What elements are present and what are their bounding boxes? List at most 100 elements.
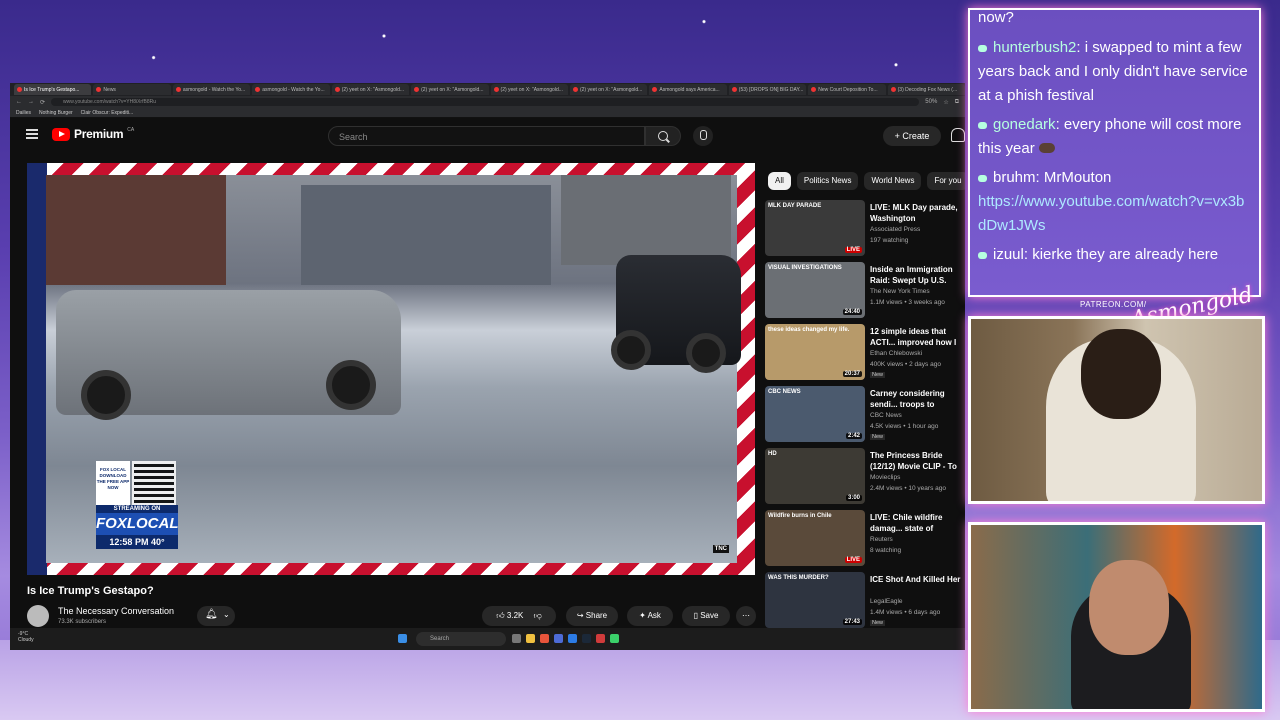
task-view-icon[interactable]: [512, 634, 521, 643]
notifications-bell-icon[interactable]: [951, 128, 965, 142]
browser-tab[interactable]: (2) yeet on X: "Asmongold...: [490, 84, 568, 95]
browser-tab[interactable]: (2) yeet on X: "Asmongold...: [331, 84, 410, 95]
more-actions-button[interactable]: ⋯: [736, 606, 756, 626]
create-button[interactable]: + Create: [883, 126, 941, 146]
filter-chips: All Politics News World News For you: [768, 172, 965, 190]
forward-icon[interactable]: →: [28, 99, 34, 105]
duration-badge: 27:43: [842, 619, 862, 625]
youtube-logo[interactable]: Premium CA: [52, 127, 134, 141]
bookmark-star-icon[interactable]: ☆: [943, 99, 948, 106]
browser-tab[interactable]: Asmongold says America...: [649, 84, 727, 95]
recommendation-thumbnail[interactable]: MLK DAY PARADE LIVE: [765, 200, 865, 256]
recommendation-title: Inside an Immigration Raid: Swept Up U.S…: [870, 265, 953, 285]
recommendation-thumbnail[interactable]: Wildfire burns in Chile LIVE: [765, 510, 865, 566]
thumbnail-caption: VISUAL INVESTIGATIONS: [768, 265, 842, 271]
recommendation-item[interactable]: HD 3:00 The Princess Bride (12/12) Movie C…: [765, 448, 965, 506]
share-button[interactable]: ↪ Share: [566, 606, 618, 626]
recommendation-item[interactable]: CBC NEWS 2:42 Carney considering sendi... …: [765, 386, 965, 444]
recommendation-channel[interactable]: Ethan Chlebowski: [870, 350, 922, 357]
bookmark-clair-obscur[interactable]: Clair Obscur: Expediti...: [81, 110, 134, 116]
search-input[interactable]: Search: [328, 126, 645, 146]
recommendation-channel[interactable]: CBC News: [870, 412, 902, 419]
browser-tab[interactable]: asmongold - Watch the Yo...: [252, 84, 330, 95]
recommendation-thumbnail[interactable]: VISUAL INVESTIGATIONS 24:40: [765, 262, 865, 318]
recommendation-channel[interactable]: Movieclips: [870, 474, 900, 481]
hamburger-menu-icon[interactable]: [26, 129, 38, 139]
browser-tab[interactable]: New Court Deposition To...: [808, 84, 886, 95]
like-dislike-button[interactable]: 👍︎ 3.2K 👎︎: [482, 606, 556, 626]
chip-all[interactable]: All: [768, 172, 791, 190]
bell-icon: 🔔︎: [205, 609, 218, 620]
recommendation-thumbnail[interactable]: WAS THIS MURDER? 27:43: [765, 572, 865, 628]
recommendation-channel[interactable]: Associated Press: [870, 226, 920, 233]
recommendation-title: The Princess Bride (12/12) Movie CLIP - …: [870, 451, 957, 471]
chat-badge-icon: [978, 174, 987, 182]
file-explorer-icon[interactable]: [526, 634, 535, 643]
tab-favicon-icon: [652, 87, 658, 92]
video-player[interactable]: FOX LOCAL DOWNLOAD THE FREE APP NOW STRE…: [27, 163, 755, 575]
taskbar-search[interactable]: Search: [416, 632, 506, 646]
save-button[interactable]: ▯ Save: [682, 606, 730, 626]
back-icon[interactable]: ←: [16, 99, 22, 105]
search-button[interactable]: [645, 126, 681, 146]
recommendation-item[interactable]: VISUAL INVESTIGATIONS 24:40 Inside an Immi…: [765, 262, 965, 320]
chip-politics-news[interactable]: Politics News: [796, 172, 859, 190]
channel-avatar[interactable]: [27, 605, 49, 627]
chip-world-news[interactable]: World News: [864, 172, 922, 190]
thumbs-up-icon: 👍︎: [496, 611, 505, 620]
subscriber-count: 73.3K subscribers: [58, 619, 107, 625]
fox-time-temp: 12:58 PM 40°: [96, 535, 178, 549]
windows-start-icon[interactable]: [398, 634, 407, 643]
chat-link[interactable]: https://www.youtube.com/watch?v=vx3bdDw1…: [978, 193, 1244, 234]
reload-icon[interactable]: ⟳: [40, 99, 45, 106]
recommendation-item[interactable]: WAS THIS MURDER? 27:43 ICE Shot And Killed…: [765, 572, 965, 630]
browser-tab[interactable]: Is Ice Trump's Gestapo...: [14, 84, 92, 95]
recommendation-meta: 8 watching: [870, 547, 902, 554]
firefox-icon[interactable]: [540, 634, 549, 643]
discord-icon[interactable]: [554, 634, 563, 643]
recommendation-item[interactable]: these ideas changed my life. 20:37 12 simp…: [765, 324, 965, 382]
steam-icon[interactable]: [582, 634, 591, 643]
browser-tab[interactable]: News: [93, 84, 171, 95]
browser-tab[interactable]: (2) yeet on X: "Asmongold...: [569, 84, 648, 95]
browser-tab[interactable]: (2) yeet on X: "Asmongold...: [411, 84, 489, 95]
recommendation-channel[interactable]: LegalEagle: [870, 598, 903, 605]
bookmark-dailies[interactable]: Dailies: [16, 110, 31, 116]
url-field[interactable]: www.youtube.com/watch?v=YH8iXrfB8Ru: [51, 98, 920, 106]
thumbs-down-icon[interactable]: 👎︎: [534, 611, 542, 620]
chip-for-you[interactable]: For you: [927, 172, 965, 190]
recommendation-item[interactable]: MLK DAY PARADE LIVE LIVE: MLK Day parade, …: [765, 200, 965, 258]
tab-label: asmongold - Watch the Yo...: [182, 86, 246, 93]
recommendation-thumbnail[interactable]: HD 3:00: [765, 448, 865, 504]
recommendation-channel[interactable]: The New York Times: [870, 288, 930, 295]
bookmark-nothing-burger[interactable]: Nothing Burger: [39, 110, 73, 116]
new-badge: New: [870, 372, 886, 378]
share-label: Share: [585, 611, 608, 620]
chat-text: kierke they are already here: [1032, 246, 1219, 263]
zoom-level[interactable]: 50%: [925, 99, 937, 105]
video-frame[interactable]: FOX LOCAL DOWNLOAD THE FREE APP NOW STRE…: [46, 175, 741, 563]
guest-head: [1089, 560, 1169, 655]
browser-tab[interactable]: asmongold - Watch the Yo...: [172, 84, 251, 95]
weather-widget[interactable]: -9°C Cloudy: [18, 631, 34, 643]
app-icon[interactable]: [568, 634, 577, 643]
webcam-guest: [968, 522, 1265, 712]
voice-search-mic-icon[interactable]: [693, 126, 713, 146]
browser-tab[interactable]: (3) Decoding Fox News (...: [887, 84, 965, 95]
subscription-bell-button[interactable]: 🔔︎ ⌄: [197, 606, 235, 626]
recommendation-thumbnail[interactable]: these ideas changed my life. 20:37: [765, 324, 865, 380]
house-grey: [301, 185, 551, 285]
browser-tab[interactable]: (53) [DROPS ON] BIG DAY...: [728, 84, 807, 95]
recommendation-channel[interactable]: Reuters: [870, 536, 893, 543]
app-icon[interactable]: [596, 634, 605, 643]
app-icon[interactable]: [610, 634, 619, 643]
channel-name[interactable]: The Necessary Conversation: [58, 606, 174, 616]
ask-button[interactable]: ✦ Ask: [627, 606, 673, 626]
extensions-icon[interactable]: ⧉: [955, 99, 959, 106]
tab-favicon-icon: [175, 87, 181, 92]
chat-badge-icon: [978, 251, 987, 259]
recommendation-item[interactable]: Wildfire burns in Chile LIVE LIVE: Chile w…: [765, 510, 965, 568]
tab-label: Is Ice Trump's Gestapo...: [24, 86, 80, 93]
tab-favicon-icon: [493, 87, 499, 92]
recommendation-thumbnail[interactable]: CBC NEWS 2:42: [765, 386, 865, 442]
